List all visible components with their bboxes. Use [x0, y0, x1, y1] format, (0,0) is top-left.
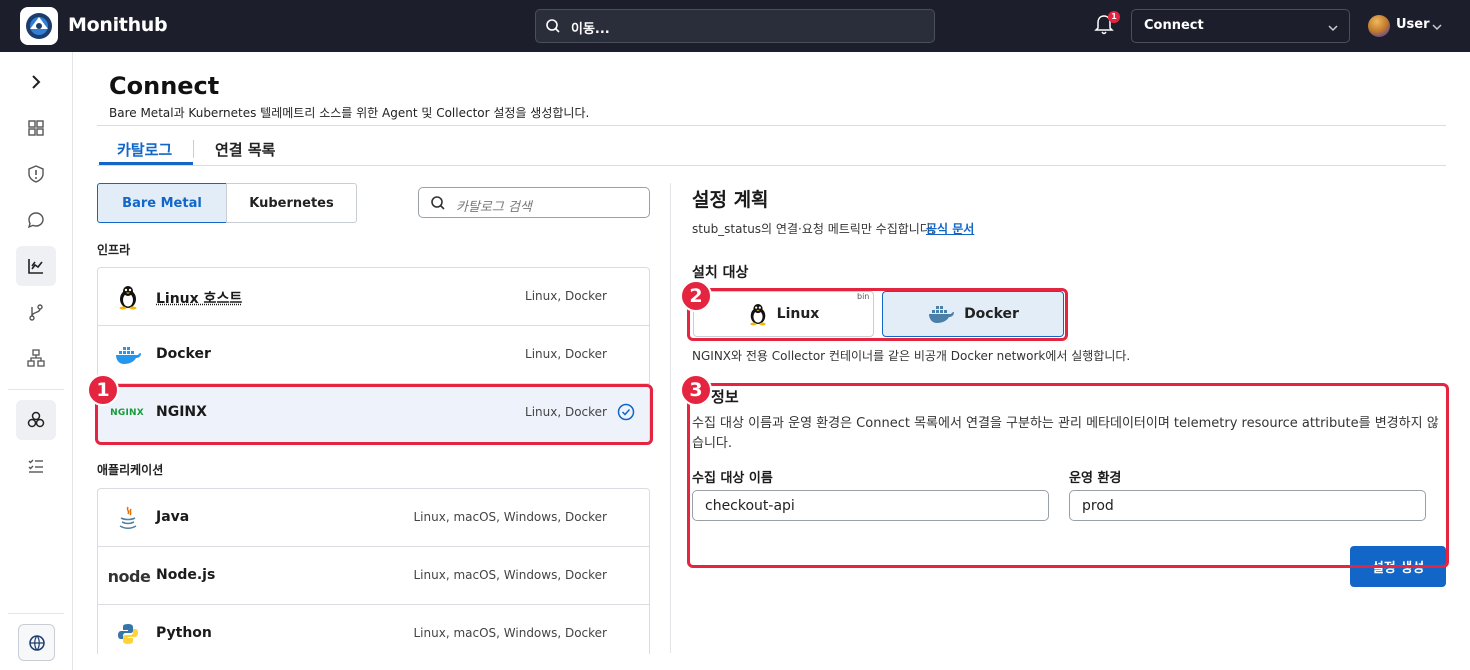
segment-kubernetes[interactable]: Kubernetes	[226, 183, 357, 223]
page-subtitle: Bare Metal과 Kubernetes 텔레메트리 소스를 위한 Agen…	[109, 106, 590, 120]
list-item[interactable]: node Node.js Linux, macOS, Windows, Dock…	[98, 547, 649, 605]
logo-icon[interactable]	[20, 7, 58, 45]
integrations-icon[interactable]	[16, 400, 56, 440]
target-docker-button[interactable]: Docker	[882, 291, 1064, 337]
chevron-down-icon[interactable]	[1431, 20, 1443, 35]
annotation-badge-2: 2	[680, 280, 712, 312]
catalog-search-input[interactable]: 카탈로그 검색	[418, 187, 650, 218]
help-globe-icon[interactable]	[18, 624, 55, 661]
item-platforms: Linux, macOS, Windows, Docker	[413, 568, 607, 582]
top-bar: Monithub 이동... 1 Connect User	[0, 0, 1470, 52]
tux-icon	[749, 304, 766, 326]
connect-select[interactable]: Connect	[1131, 9, 1350, 43]
item-name: Node.js	[156, 567, 216, 583]
tux-icon	[114, 284, 142, 310]
item-name: Docker	[156, 346, 211, 362]
java-icon	[114, 505, 142, 531]
list-item[interactable]: Java Linux, macOS, Windows, Docker	[98, 489, 649, 547]
global-search-placeholder: 이동...	[571, 22, 610, 37]
list-item[interactable]: Python Linux, macOS, Windows, Docker	[98, 605, 649, 654]
notification-badge: 1	[1108, 11, 1120, 23]
plan-title: 설정 계획	[692, 189, 769, 211]
user-name[interactable]: User	[1396, 17, 1430, 32]
target-name-input[interactable]	[692, 490, 1049, 521]
shield-alert-icon[interactable]	[16, 154, 56, 194]
section-label-infra: 인프라	[97, 243, 131, 257]
target-note: NGINX와 전용 Collector 컨테이너를 같은 비공개 Docker …	[692, 349, 1131, 363]
bin-tag: bin	[857, 292, 870, 301]
section-label-apps: 애플리케이션	[97, 463, 164, 477]
doc-link[interactable]: 공식 문서	[926, 220, 974, 237]
brand-name: Monithub	[68, 14, 168, 36]
item-platforms: Linux, Docker	[525, 405, 607, 419]
item-name: Java	[156, 509, 190, 525]
item-platforms: Linux, Docker	[525, 289, 607, 303]
target-linux-label: Linux	[776, 306, 820, 322]
dashboard-icon[interactable]	[16, 108, 56, 148]
item-platforms: Linux, macOS, Windows, Docker	[413, 510, 607, 524]
list-item[interactable]: Linux 호스트 Linux, Docker	[98, 268, 649, 326]
avatar[interactable]	[1368, 15, 1390, 37]
catalog-search-placeholder: 카탈로그 검색	[456, 200, 532, 215]
annotation-badge-3: 3	[680, 374, 712, 406]
search-icon	[430, 195, 446, 215]
item-name: NGINX	[156, 404, 207, 420]
search-icon	[545, 18, 561, 38]
connect-select-value: Connect	[1144, 18, 1204, 33]
nginx-logo-text: NGINX	[110, 408, 144, 418]
generate-config-button[interactable]: 설정 생성	[1350, 546, 1446, 587]
global-search-input[interactable]: 이동...	[535, 9, 935, 43]
tab-connection-list[interactable]: 연결 목록	[215, 139, 275, 160]
target-docker-label: Docker	[964, 306, 1019, 322]
chat-icon[interactable]	[16, 200, 56, 240]
segment-bare-metal[interactable]: Bare Metal	[97, 183, 227, 223]
checklist-icon[interactable]	[16, 446, 56, 486]
list-item[interactable]: Docker Linux, Docker	[98, 326, 649, 384]
infra-list: Linux 호스트 Linux, Docker Docker Linux, Do…	[97, 267, 650, 444]
nginx-icon: NGINX	[110, 400, 144, 426]
docker-icon	[114, 342, 142, 368]
environment-input[interactable]	[1069, 490, 1426, 521]
git-branch-icon[interactable]	[16, 292, 56, 332]
list-item-selected[interactable]: NGINX NGINX Linux, Docker	[98, 384, 649, 442]
chart-icon[interactable]	[16, 246, 56, 286]
python-icon	[114, 621, 142, 647]
target-linux-button[interactable]: Linux	[693, 291, 874, 337]
target-name-label: 수집 대상 이름	[692, 471, 773, 486]
item-platforms: Linux, Docker	[525, 347, 607, 361]
annotation-box-3	[687, 383, 1449, 568]
install-target-label: 설치 대상	[692, 265, 749, 281]
app-list: Java Linux, macOS, Windows, Docker node …	[97, 488, 650, 654]
annotation-badge-1: 1	[87, 374, 119, 406]
item-name: Linux 호스트	[156, 291, 243, 307]
item-platforms: Linux, macOS, Windows, Docker	[413, 626, 607, 640]
nodejs-logo-text: node	[107, 566, 151, 586]
item-name: Python	[156, 625, 212, 641]
chevron-down-icon	[1327, 21, 1339, 36]
environment-label: 운영 환경	[1069, 471, 1122, 486]
tab-catalog[interactable]: 카탈로그	[117, 139, 172, 160]
check-circle-icon	[617, 403, 635, 425]
sidebar	[0, 52, 73, 670]
expand-sidebar-icon[interactable]	[16, 62, 56, 102]
plan-description: stub_status의 연결·요청 메트릭만 수집합니다.	[692, 222, 935, 236]
connection-info-description: 수집 대상 이름과 운영 환경은 Connect 목록에서 연결을 구분하는 관…	[692, 416, 1439, 451]
hierarchy-icon[interactable]	[16, 338, 56, 378]
docker-icon	[929, 306, 955, 323]
page-title: Connect	[109, 72, 220, 100]
nodejs-icon: node	[106, 563, 152, 589]
